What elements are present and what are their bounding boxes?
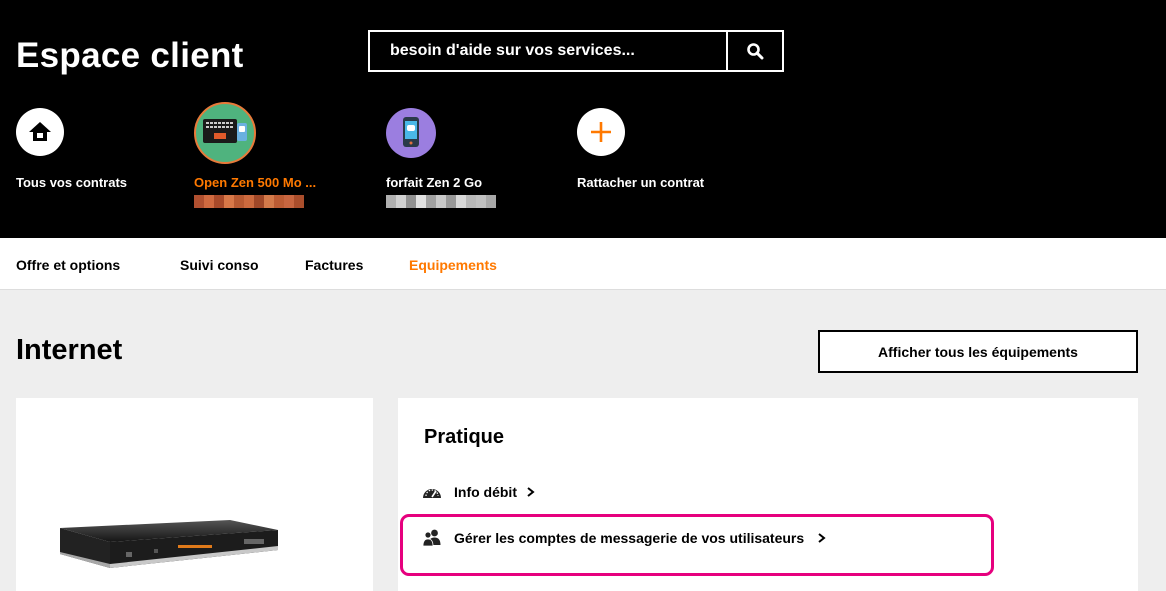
home-icon bbox=[16, 108, 64, 156]
practical-title: Pratique bbox=[424, 426, 505, 448]
plus-icon bbox=[577, 108, 625, 156]
tab-suivi-conso[interactable]: Suivi conso bbox=[180, 257, 259, 273]
show-all-equipment-button[interactable]: Afficher tous les équipements bbox=[818, 330, 1138, 373]
header: Espace client Tous vos contrats bbox=[0, 0, 1166, 238]
laptop-phone-icon bbox=[194, 102, 256, 164]
tab-equipements[interactable]: Equipements bbox=[409, 257, 497, 273]
contract-label: Rattacher un contrat bbox=[577, 175, 705, 190]
manage-mail-accounts-link[interactable]: Gérer les comptes de messagerie de vos u… bbox=[422, 529, 826, 547]
contract-label: forfait Zen 2 Go bbox=[386, 175, 483, 190]
page-title: Espace client bbox=[16, 36, 244, 75]
contract-label: Open Zen 500 Mo ... bbox=[194, 175, 317, 190]
info-debit-link[interactable]: Info débit bbox=[422, 484, 535, 500]
chevron-right-icon bbox=[818, 530, 826, 546]
equipment-card bbox=[16, 398, 373, 591]
section-title: Internet bbox=[16, 334, 123, 366]
search-button[interactable] bbox=[726, 32, 782, 70]
link-label: Gérer les comptes de messagerie de vos u… bbox=[454, 530, 805, 546]
subnav: Offre et options Suivi conso Factures Eq… bbox=[0, 238, 1166, 290]
practical-card: Pratique Info débit Gérer les comptes de… bbox=[398, 398, 1138, 591]
contract-label: Tous vos contrats bbox=[16, 175, 128, 190]
smartphone-icon bbox=[386, 108, 436, 158]
users-icon bbox=[422, 529, 442, 547]
tab-offre-options[interactable]: Offre et options bbox=[16, 257, 120, 273]
masked-number bbox=[386, 195, 496, 208]
tab-factures[interactable]: Factures bbox=[305, 257, 363, 273]
livebox-image bbox=[60, 520, 278, 568]
search-input[interactable] bbox=[370, 32, 726, 70]
chevron-right-icon bbox=[527, 484, 535, 500]
search-bar bbox=[368, 30, 784, 72]
speedometer-icon bbox=[422, 484, 442, 500]
link-label: Info débit bbox=[454, 484, 517, 500]
masked-number bbox=[194, 195, 304, 208]
search-icon bbox=[747, 43, 764, 60]
